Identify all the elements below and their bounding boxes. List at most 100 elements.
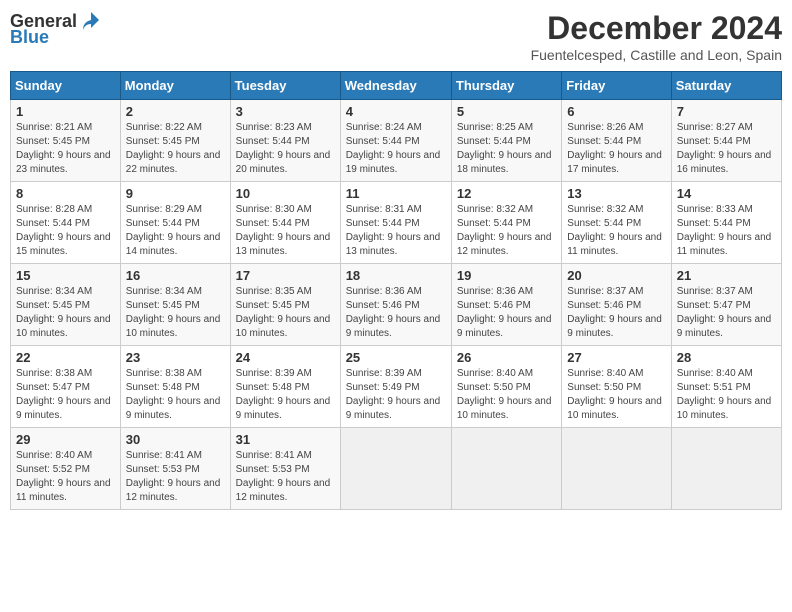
- calendar-week-row: 1 Sunrise: 8:21 AM Sunset: 5:45 PM Dayli…: [11, 100, 782, 182]
- calendar-day-cell: 24 Sunrise: 8:39 AM Sunset: 5:48 PM Dayl…: [230, 346, 340, 428]
- day-number: 18: [346, 268, 446, 283]
- day-info: Sunrise: 8:26 AM Sunset: 5:44 PM Dayligh…: [567, 121, 665, 177]
- calendar-header-saturday: Saturday: [671, 72, 781, 100]
- month-title: December 2024: [531, 10, 782, 47]
- calendar-week-row: 15 Sunrise: 8:34 AM Sunset: 5:45 PM Dayl…: [11, 264, 782, 346]
- day-number: 25: [346, 350, 446, 365]
- calendar-day-cell: 28 Sunrise: 8:40 AM Sunset: 5:51 PM Dayl…: [671, 346, 781, 428]
- day-info: Sunrise: 8:34 AM Sunset: 5:45 PM Dayligh…: [16, 285, 115, 341]
- calendar-day-cell: [671, 428, 781, 510]
- day-number: 31: [236, 432, 335, 447]
- calendar-day-cell: [451, 428, 561, 510]
- day-info: Sunrise: 8:41 AM Sunset: 5:53 PM Dayligh…: [236, 449, 335, 505]
- day-number: 22: [16, 350, 115, 365]
- day-number: 13: [567, 186, 665, 201]
- day-number: 30: [126, 432, 225, 447]
- calendar-day-cell: 14 Sunrise: 8:33 AM Sunset: 5:44 PM Dayl…: [671, 182, 781, 264]
- day-info: Sunrise: 8:29 AM Sunset: 5:44 PM Dayligh…: [126, 203, 225, 259]
- day-number: 3: [236, 104, 335, 119]
- calendar-day-cell: 6 Sunrise: 8:26 AM Sunset: 5:44 PM Dayli…: [562, 100, 671, 182]
- day-info: Sunrise: 8:21 AM Sunset: 5:45 PM Dayligh…: [16, 121, 115, 177]
- calendar-day-cell: 26 Sunrise: 8:40 AM Sunset: 5:50 PM Dayl…: [451, 346, 561, 428]
- calendar-day-cell: 21 Sunrise: 8:37 AM Sunset: 5:47 PM Dayl…: [671, 264, 781, 346]
- day-info: Sunrise: 8:37 AM Sunset: 5:46 PM Dayligh…: [567, 285, 665, 341]
- day-info: Sunrise: 8:36 AM Sunset: 5:46 PM Dayligh…: [346, 285, 446, 341]
- calendar-day-cell: 1 Sunrise: 8:21 AM Sunset: 5:45 PM Dayli…: [11, 100, 121, 182]
- calendar-day-cell: 30 Sunrise: 8:41 AM Sunset: 5:53 PM Dayl…: [120, 428, 230, 510]
- day-info: Sunrise: 8:39 AM Sunset: 5:49 PM Dayligh…: [346, 367, 446, 423]
- calendar-day-cell: 9 Sunrise: 8:29 AM Sunset: 5:44 PM Dayli…: [120, 182, 230, 264]
- day-number: 19: [457, 268, 556, 283]
- calendar-week-row: 29 Sunrise: 8:40 AM Sunset: 5:52 PM Dayl…: [11, 428, 782, 510]
- day-number: 1: [16, 104, 115, 119]
- logo-icon: [79, 10, 101, 32]
- calendar-header-wednesday: Wednesday: [340, 72, 451, 100]
- day-info: Sunrise: 8:32 AM Sunset: 5:44 PM Dayligh…: [457, 203, 556, 259]
- calendar-header-tuesday: Tuesday: [230, 72, 340, 100]
- calendar-day-cell: 5 Sunrise: 8:25 AM Sunset: 5:44 PM Dayli…: [451, 100, 561, 182]
- day-info: Sunrise: 8:38 AM Sunset: 5:48 PM Dayligh…: [126, 367, 225, 423]
- calendar-week-row: 8 Sunrise: 8:28 AM Sunset: 5:44 PM Dayli…: [11, 182, 782, 264]
- day-info: Sunrise: 8:36 AM Sunset: 5:46 PM Dayligh…: [457, 285, 556, 341]
- day-number: 5: [457, 104, 556, 119]
- calendar-day-cell: 7 Sunrise: 8:27 AM Sunset: 5:44 PM Dayli…: [671, 100, 781, 182]
- calendar-day-cell: 3 Sunrise: 8:23 AM Sunset: 5:44 PM Dayli…: [230, 100, 340, 182]
- day-number: 20: [567, 268, 665, 283]
- day-info: Sunrise: 8:34 AM Sunset: 5:45 PM Dayligh…: [126, 285, 225, 341]
- day-info: Sunrise: 8:31 AM Sunset: 5:44 PM Dayligh…: [346, 203, 446, 259]
- calendar-day-cell: 12 Sunrise: 8:32 AM Sunset: 5:44 PM Dayl…: [451, 182, 561, 264]
- day-number: 6: [567, 104, 665, 119]
- calendar-header-thursday: Thursday: [451, 72, 561, 100]
- day-info: Sunrise: 8:40 AM Sunset: 5:52 PM Dayligh…: [16, 449, 115, 505]
- day-number: 11: [346, 186, 446, 201]
- day-number: 14: [677, 186, 776, 201]
- calendar-day-cell: 17 Sunrise: 8:35 AM Sunset: 5:45 PM Dayl…: [230, 264, 340, 346]
- calendar-table: SundayMondayTuesdayWednesdayThursdayFrid…: [10, 71, 782, 510]
- day-info: Sunrise: 8:23 AM Sunset: 5:44 PM Dayligh…: [236, 121, 335, 177]
- day-info: Sunrise: 8:37 AM Sunset: 5:47 PM Dayligh…: [677, 285, 776, 341]
- day-number: 29: [16, 432, 115, 447]
- day-number: 21: [677, 268, 776, 283]
- calendar-week-row: 22 Sunrise: 8:38 AM Sunset: 5:47 PM Dayl…: [11, 346, 782, 428]
- day-info: Sunrise: 8:39 AM Sunset: 5:48 PM Dayligh…: [236, 367, 335, 423]
- calendar-day-cell: 13 Sunrise: 8:32 AM Sunset: 5:44 PM Dayl…: [562, 182, 671, 264]
- day-number: 27: [567, 350, 665, 365]
- day-number: 2: [126, 104, 225, 119]
- calendar-day-cell: 10 Sunrise: 8:30 AM Sunset: 5:44 PM Dayl…: [230, 182, 340, 264]
- day-number: 7: [677, 104, 776, 119]
- day-number: 8: [16, 186, 115, 201]
- day-info: Sunrise: 8:27 AM Sunset: 5:44 PM Dayligh…: [677, 121, 776, 177]
- calendar-day-cell: 22 Sunrise: 8:38 AM Sunset: 5:47 PM Dayl…: [11, 346, 121, 428]
- day-number: 26: [457, 350, 556, 365]
- day-number: 28: [677, 350, 776, 365]
- calendar-day-cell: 11 Sunrise: 8:31 AM Sunset: 5:44 PM Dayl…: [340, 182, 451, 264]
- day-info: Sunrise: 8:38 AM Sunset: 5:47 PM Dayligh…: [16, 367, 115, 423]
- day-info: Sunrise: 8:28 AM Sunset: 5:44 PM Dayligh…: [16, 203, 115, 259]
- calendar-header-sunday: Sunday: [11, 72, 121, 100]
- calendar-header-friday: Friday: [562, 72, 671, 100]
- calendar-day-cell: 2 Sunrise: 8:22 AM Sunset: 5:45 PM Dayli…: [120, 100, 230, 182]
- calendar-day-cell: 20 Sunrise: 8:37 AM Sunset: 5:46 PM Dayl…: [562, 264, 671, 346]
- day-info: Sunrise: 8:30 AM Sunset: 5:44 PM Dayligh…: [236, 203, 335, 259]
- calendar-day-cell: 23 Sunrise: 8:38 AM Sunset: 5:48 PM Dayl…: [120, 346, 230, 428]
- day-info: Sunrise: 8:24 AM Sunset: 5:44 PM Dayligh…: [346, 121, 446, 177]
- calendar-day-cell: 8 Sunrise: 8:28 AM Sunset: 5:44 PM Dayli…: [11, 182, 121, 264]
- calendar-day-cell: 29 Sunrise: 8:40 AM Sunset: 5:52 PM Dayl…: [11, 428, 121, 510]
- calendar-day-cell: 25 Sunrise: 8:39 AM Sunset: 5:49 PM Dayl…: [340, 346, 451, 428]
- calendar-body: 1 Sunrise: 8:21 AM Sunset: 5:45 PM Dayli…: [11, 100, 782, 510]
- day-info: Sunrise: 8:22 AM Sunset: 5:45 PM Dayligh…: [126, 121, 225, 177]
- logo: General Blue: [10, 10, 101, 46]
- calendar-day-cell: 19 Sunrise: 8:36 AM Sunset: 5:46 PM Dayl…: [451, 264, 561, 346]
- day-number: 12: [457, 186, 556, 201]
- day-info: Sunrise: 8:40 AM Sunset: 5:50 PM Dayligh…: [567, 367, 665, 423]
- calendar-header-row: SundayMondayTuesdayWednesdayThursdayFrid…: [11, 72, 782, 100]
- calendar-day-cell: 18 Sunrise: 8:36 AM Sunset: 5:46 PM Dayl…: [340, 264, 451, 346]
- day-info: Sunrise: 8:25 AM Sunset: 5:44 PM Dayligh…: [457, 121, 556, 177]
- day-number: 15: [16, 268, 115, 283]
- calendar-day-cell: 27 Sunrise: 8:40 AM Sunset: 5:50 PM Dayl…: [562, 346, 671, 428]
- day-info: Sunrise: 8:35 AM Sunset: 5:45 PM Dayligh…: [236, 285, 335, 341]
- day-number: 4: [346, 104, 446, 119]
- calendar-day-cell: 31 Sunrise: 8:41 AM Sunset: 5:53 PM Dayl…: [230, 428, 340, 510]
- day-number: 9: [126, 186, 225, 201]
- logo-blue: Blue: [10, 28, 49, 46]
